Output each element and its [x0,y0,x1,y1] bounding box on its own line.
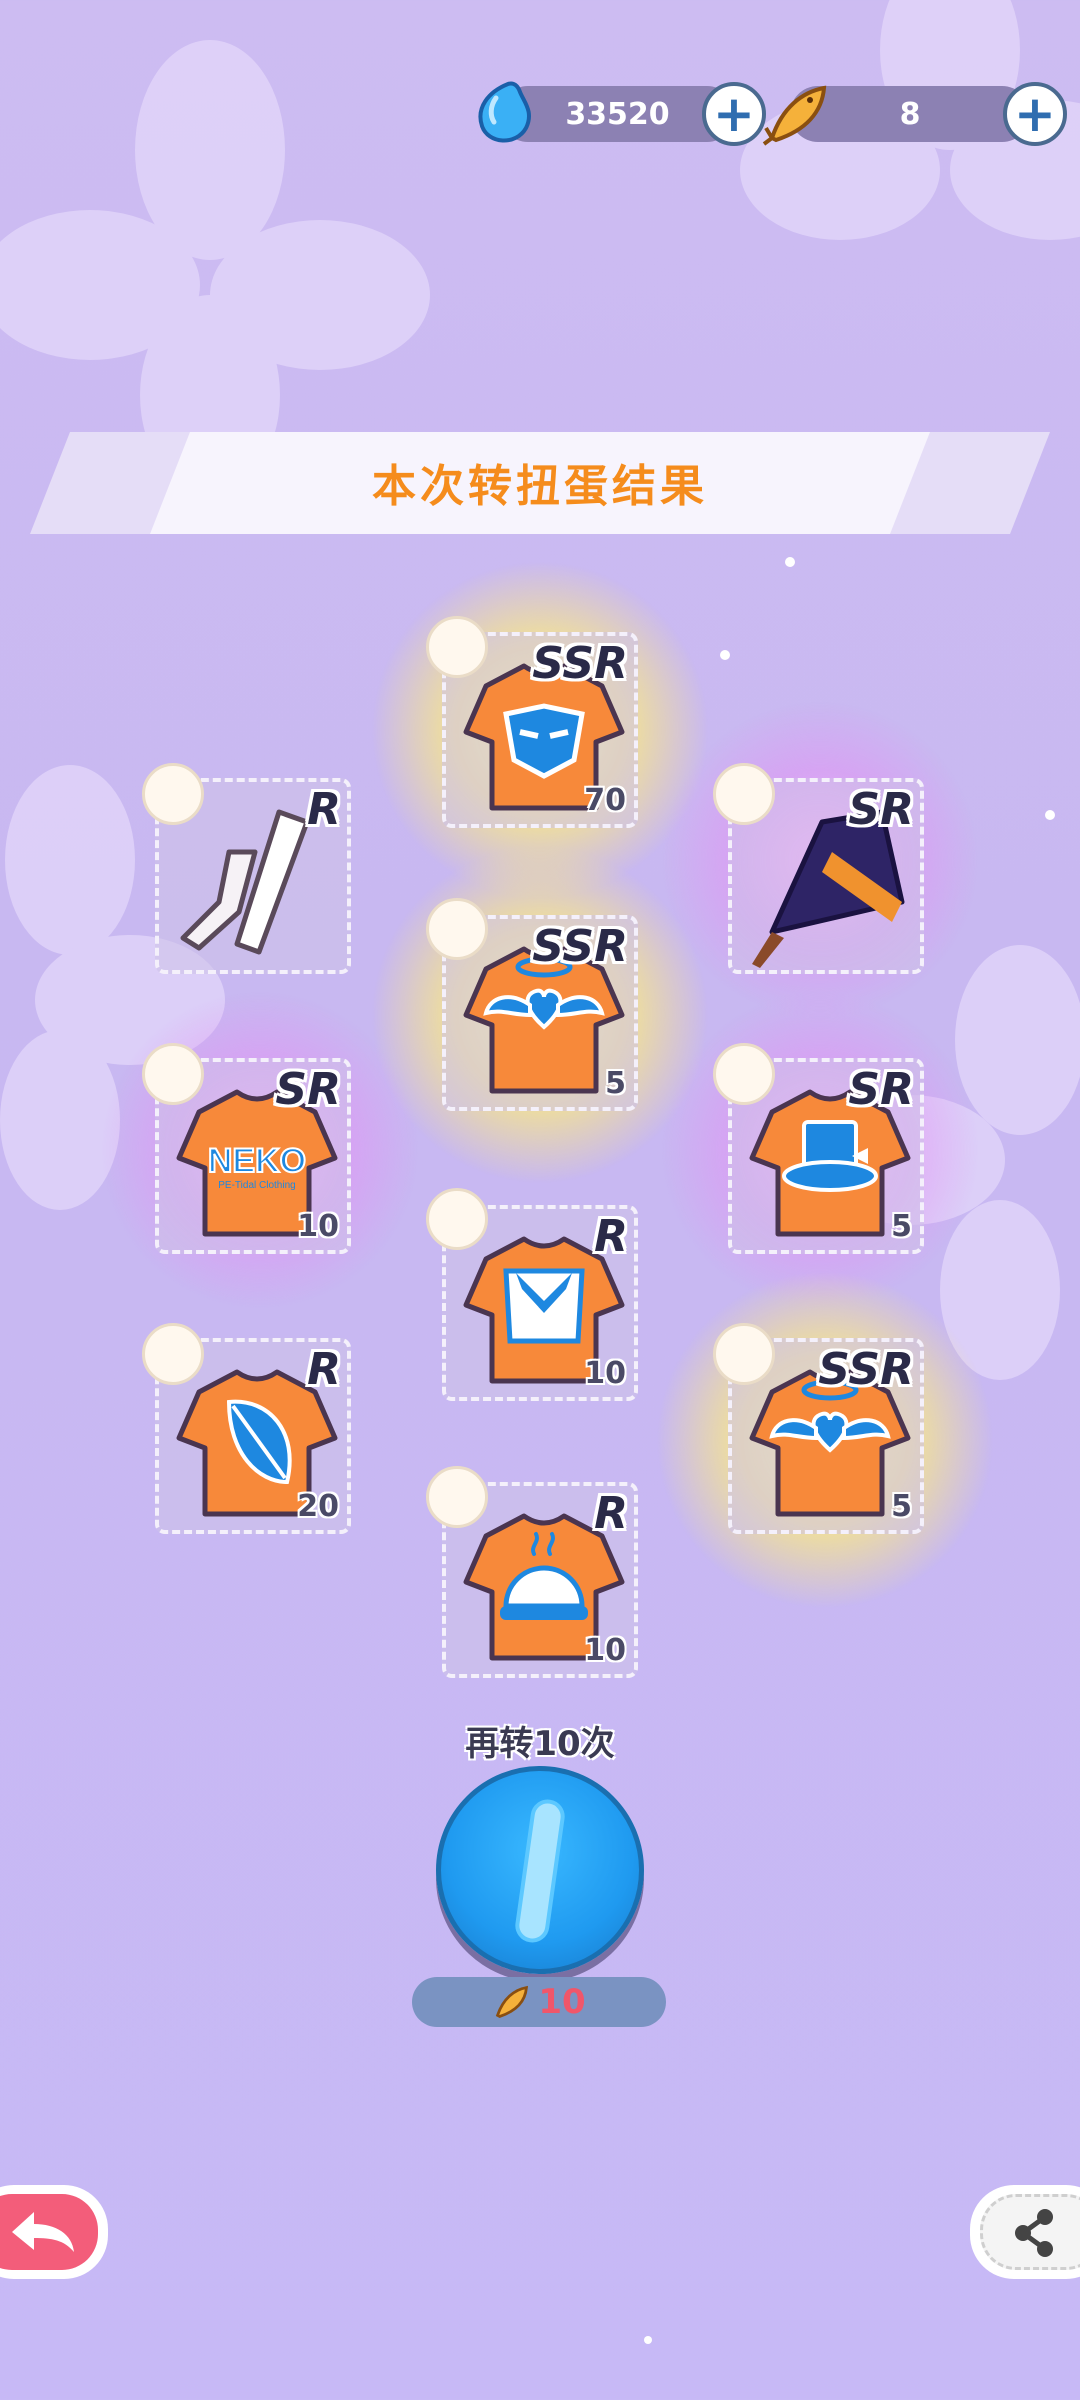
character-avatar-icon [426,898,488,960]
rarity-badge: R [307,784,341,835]
neko-subtitle: PE-Tidal Clothing [218,1180,295,1191]
rarity-badge: SR [848,1064,914,1115]
back-arrow-icon [12,2212,74,2252]
character-avatar-icon [426,616,488,678]
spin-cost: 10 [412,1977,666,2027]
result-banner: 本次转扭蛋结果 [30,430,1050,534]
character-avatar-icon [713,1323,775,1385]
neko-logo: NEKO [208,1142,306,1180]
share-button[interactable] [970,2185,1080,2279]
back-button[interactable] [0,2185,108,2279]
fish-icon [496,1985,529,2018]
character-avatar-icon [142,1323,204,1385]
item-quantity: 5 [605,1066,626,1101]
character-avatar-icon [713,1043,775,1105]
item-quantity: 20 [297,1489,339,1524]
item-quantity: 10 [584,1633,626,1668]
fish-count: 8 [899,96,921,132]
character-avatar-icon [426,1466,488,1528]
rarity-badge: SR [275,1064,341,1115]
item-quantity: 10 [584,1356,626,1391]
character-avatar-icon [426,1188,488,1250]
item-quantity: 10 [297,1209,339,1244]
gem-count: 33520 [565,96,670,132]
rarity-badge: SSR [532,921,628,972]
spin-again-button[interactable] [436,1766,644,1974]
item-quantity: 5 [891,1489,912,1524]
rarity-badge: R [594,1488,628,1539]
rarity-badge: SR [848,784,914,835]
spin-cost-value: 10 [538,1982,586,2022]
rarity-badge: SSR [532,638,628,689]
spin-again-label: 再转10次 [465,1724,615,1764]
share-icon [1015,2209,1053,2257]
rarity-badge: R [307,1344,341,1395]
capsule-icon [515,1799,565,1943]
rarity-badge: SSR [818,1344,914,1395]
banner-title: 本次转扭蛋结果 [372,461,708,512]
rarity-badge: R [594,1211,628,1262]
add-fish-button[interactable]: + [1003,82,1067,146]
character-avatar-icon [142,1043,204,1105]
character-avatar-icon [713,763,775,825]
add-gems-button[interactable]: + [702,82,766,146]
gem-drop-icon [478,81,531,143]
character-avatar-icon [142,763,204,825]
fish-icon [762,85,827,146]
item-quantity: 5 [891,1209,912,1244]
item-quantity: 70 [584,783,626,818]
